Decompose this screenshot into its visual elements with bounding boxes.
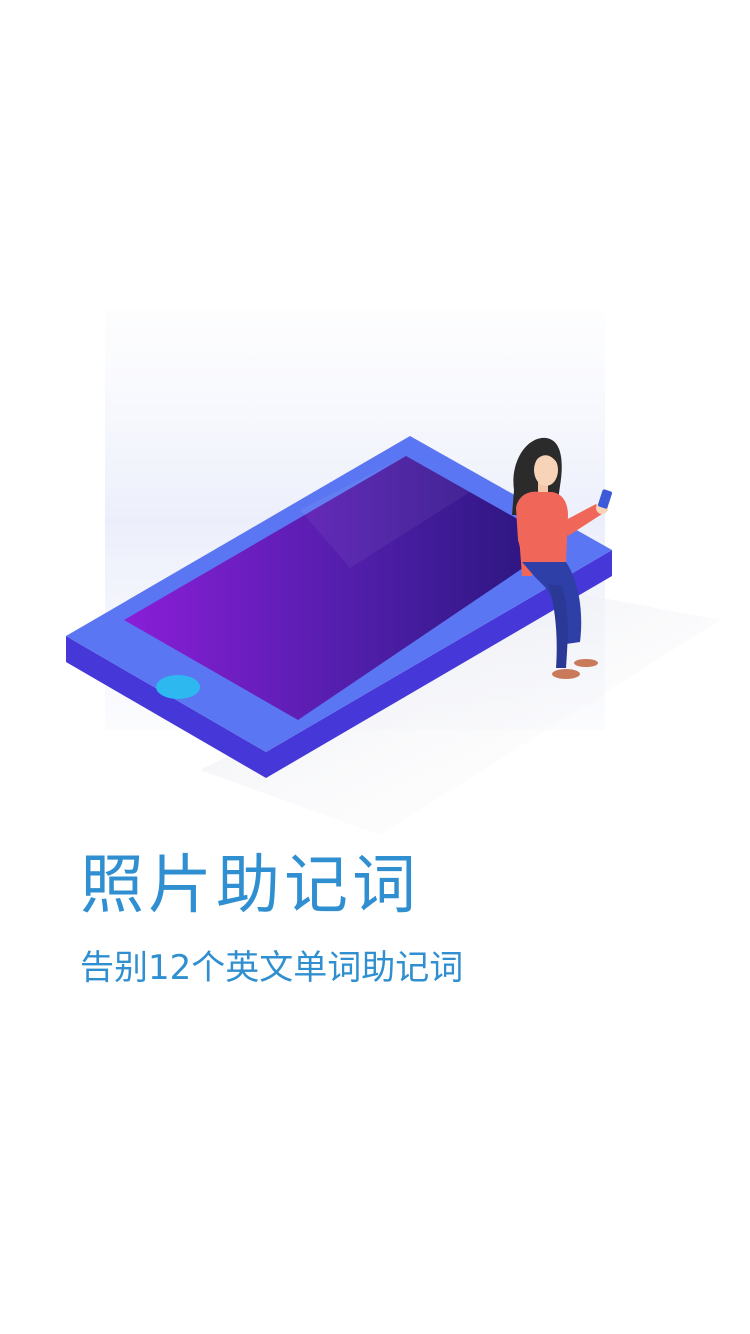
page-title: 照片助记词 — [80, 849, 420, 923]
onboarding-illustration — [66, 310, 720, 835]
home-button — [156, 675, 200, 699]
page-subtitle: 告别12个英文单词助记词 — [80, 948, 464, 988]
